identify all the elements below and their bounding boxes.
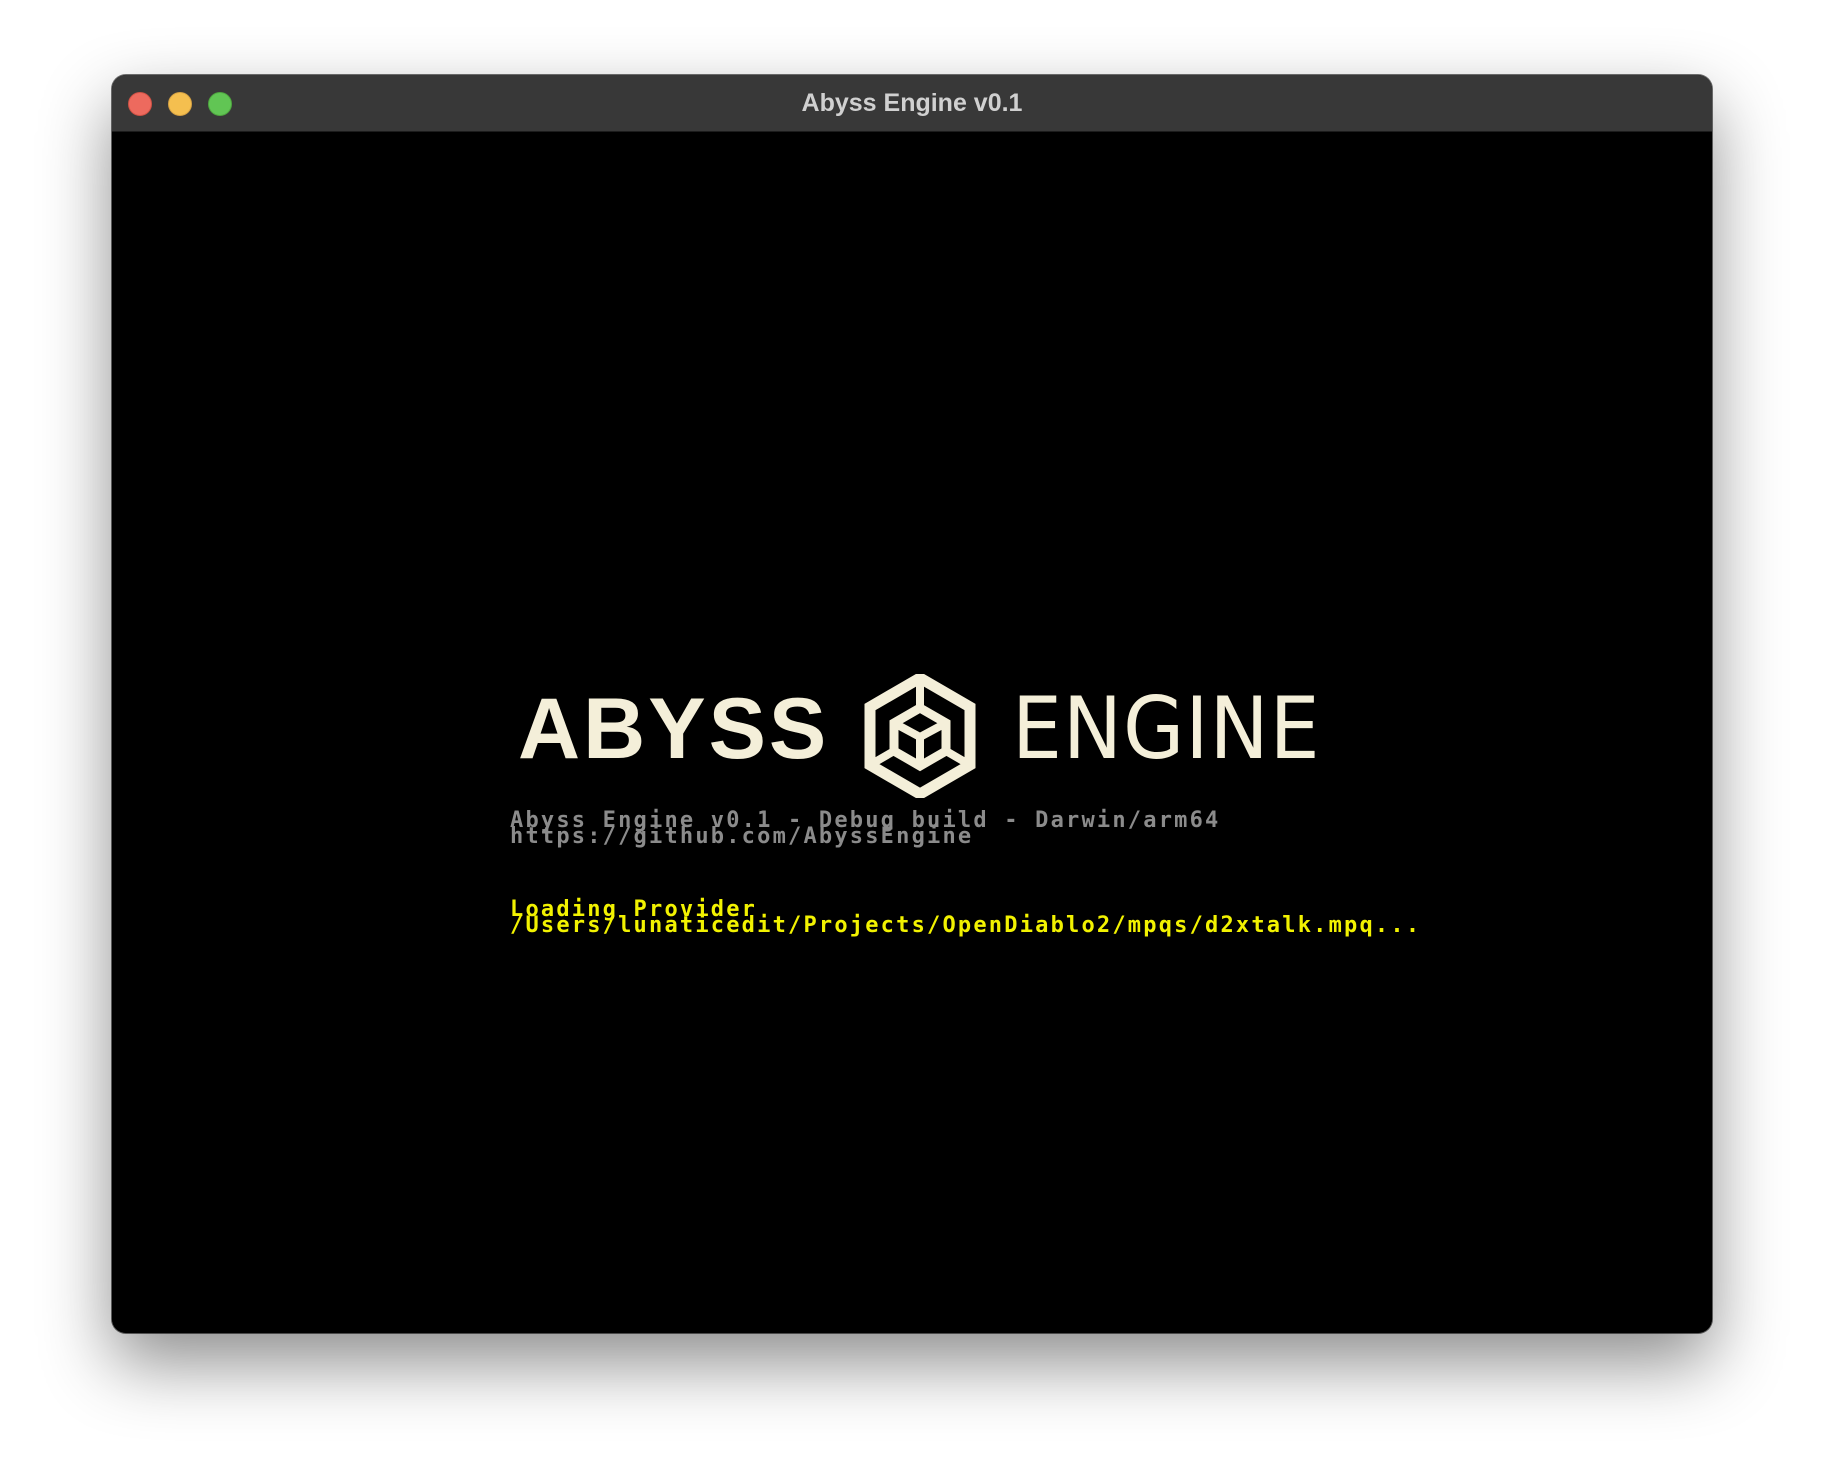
window-title: Abyss Engine v0.1 [801, 89, 1023, 117]
logo-word-abyss: ABYSS [518, 681, 830, 777]
repo-url-text: https://github.com/AbyssEngine [510, 824, 974, 849]
logo-word-engine: ENGINE [1012, 679, 1321, 779]
app-window: Abyss Engine v0.1 ABYSS ENGINE Abyss Eng… [112, 75, 1712, 1333]
hexagon-cube-icon [864, 674, 976, 798]
engine-canvas[interactable]: ABYSS ENGINE Abyss Engine v0.1 - Debug b… [112, 132, 1712, 1333]
abyss-engine-logo: ABYSS ENGINE [518, 674, 1418, 814]
title-bar[interactable]: Abyss Engine v0.1 [112, 75, 1712, 132]
loading-path: /Users/lunaticedit/Projects/OpenDiablo2/… [510, 913, 1422, 938]
